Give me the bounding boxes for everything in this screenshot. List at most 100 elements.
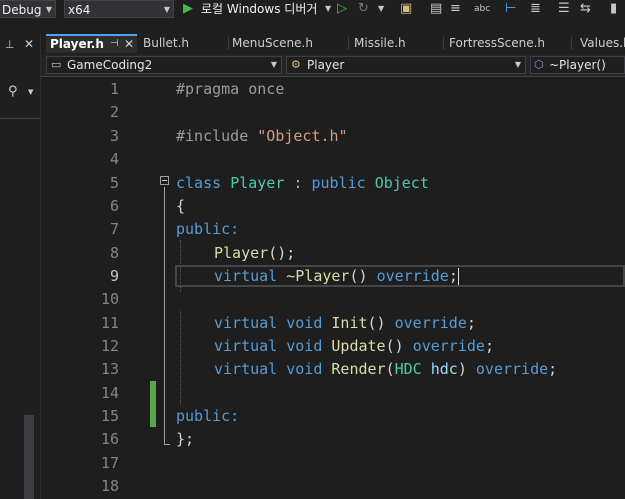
- solution-explorer-icon[interactable]: ▣: [400, 1, 412, 17]
- tab-bullet-h[interactable]: Bullet.h: [139, 34, 229, 53]
- preprocessor-directive: #include: [176, 127, 258, 145]
- line-number: 3: [109, 127, 119, 145]
- pin-icon[interactable]: ⊣: [110, 36, 119, 52]
- tab-values-h[interactable]: Values.h: [572, 34, 625, 53]
- member-dropdown[interactable]: ⬡ ~Player(): [530, 56, 625, 74]
- line-number: 4: [109, 150, 119, 168]
- method-name: Update: [331, 337, 386, 355]
- keyword: public: [311, 174, 366, 192]
- keyword: void: [286, 360, 323, 378]
- chevron-down-icon: ▼: [163, 5, 170, 14]
- punctuation: :: [284, 174, 312, 192]
- keyword: void: [286, 337, 323, 355]
- line-number-current: 9: [109, 267, 119, 285]
- change-marker: [150, 381, 156, 427]
- project-name: GameCoding2: [67, 58, 153, 72]
- indent-guide: [180, 310, 181, 405]
- chevron-down-icon: ▼: [45, 5, 52, 14]
- fold-guide: [164, 187, 165, 445]
- run-without-debug-icon[interactable]: ▷: [337, 1, 347, 17]
- tab-label: Player.h: [50, 37, 104, 51]
- tab-label: FortressScene.h: [449, 36, 546, 50]
- collapse-icon[interactable]: [160, 176, 169, 185]
- method-name: Render: [331, 360, 386, 378]
- align-icon[interactable]: ≡: [450, 1, 461, 17]
- punctuation: ();: [268, 244, 296, 262]
- scope-name: Player: [307, 58, 345, 72]
- line-number: 14: [100, 384, 119, 402]
- panel-scrollbar[interactable]: [24, 415, 34, 499]
- toolbar: Debug ▼ x64 ▼ ▶ 로컬 Windows 디버거 ▼ ▷ ↻ ▼ ▣…: [0, 0, 625, 20]
- divider: [0, 118, 40, 119]
- layout-icon[interactable]: ▤: [430, 1, 442, 17]
- line-number: 11: [100, 314, 119, 332]
- step-icon[interactable]: ⊢: [505, 1, 516, 17]
- keyword: override: [394, 314, 467, 332]
- punctuation: ): [457, 360, 467, 378]
- base-class-name: Object: [374, 174, 429, 192]
- code-line-1: #pragma once: [176, 80, 284, 98]
- configuration-dropdown[interactable]: Debug ▼: [0, 0, 56, 18]
- indent-icon[interactable]: ☰: [558, 1, 570, 17]
- tab-fortressscene-h[interactable]: FortressScene.h: [444, 34, 572, 53]
- close-icon[interactable]: ✕: [124, 36, 134, 52]
- code-line-15: public:: [176, 407, 239, 425]
- code-line-6: {: [176, 197, 185, 215]
- method-icon: ⬡: [534, 58, 544, 71]
- chevron-down-icon[interactable]: ▼: [325, 1, 331, 17]
- line-number: 12: [100, 337, 119, 355]
- tab-missile-h[interactable]: Missile.h: [349, 34, 444, 53]
- keyword: virtual: [214, 337, 278, 355]
- comment-icon[interactable]: ⇆: [580, 1, 591, 17]
- format-icon[interactable]: ≣: [530, 1, 541, 17]
- line-number: 8: [109, 244, 119, 262]
- access-specifier: public:: [176, 407, 240, 425]
- punctuation: (): [349, 267, 368, 285]
- code-line-3: #include "Object.h": [176, 127, 348, 145]
- keyword: override: [475, 360, 549, 378]
- hot-reload-icon[interactable]: ↻: [358, 1, 369, 17]
- method-name: Init: [331, 314, 368, 332]
- spellcheck-icon[interactable]: abc: [474, 1, 490, 17]
- member-name: ~Player(): [549, 58, 606, 72]
- keyword: void: [286, 314, 323, 332]
- fold-guide-end: [164, 444, 170, 445]
- tab-label: Bullet.h: [143, 36, 190, 50]
- code-line-16: };: [176, 430, 194, 448]
- punctuation: (: [385, 360, 395, 378]
- close-icon[interactable]: ✕: [24, 37, 34, 51]
- run-icon[interactable]: ▶: [183, 1, 193, 17]
- code-line-9: virtual ~Player() override;: [214, 267, 459, 285]
- punctuation: ;: [484, 337, 494, 355]
- code-line-12: virtual void Update() override;: [214, 337, 494, 355]
- tab-label: Values.h: [580, 36, 625, 50]
- line-number: 17: [100, 454, 119, 472]
- include-path: "Object.h": [257, 127, 348, 145]
- punctuation: (): [367, 314, 386, 332]
- code-line-13: virtual void Render(HDC hdc) override;: [214, 360, 557, 378]
- chevron-down-icon: ▼: [270, 60, 277, 69]
- constructor-name: Player: [214, 244, 269, 262]
- keyword: override: [412, 337, 485, 355]
- tab-player-h[interactable]: Player.h ⊣ ✕: [46, 34, 137, 53]
- code-line-11: virtual void Init() override;: [214, 314, 476, 332]
- keyword: virtual: [214, 314, 278, 332]
- platform-dropdown[interactable]: x64 ▼: [64, 0, 174, 18]
- run-debugger-button[interactable]: 로컬 Windows 디버거: [201, 0, 317, 18]
- project-dropdown[interactable]: ▭ GameCoding2 ▼: [46, 56, 282, 74]
- keyword: override: [376, 267, 449, 285]
- bookmark-icon[interactable]: ▮: [610, 1, 617, 17]
- destructor-name: ~Player: [286, 267, 350, 285]
- keyword: class: [176, 174, 222, 192]
- chevron-down-icon[interactable]: ▼: [378, 1, 384, 17]
- search-icon[interactable]: ⚲: [8, 84, 18, 99]
- code-line-8: Player();: [214, 244, 295, 262]
- project-icon: ▭: [51, 58, 62, 71]
- tab-menuscene-h[interactable]: MenuScene.h: [229, 34, 349, 53]
- document-tab-strip: Player.h ⊣ ✕ Bullet.h MenuScene.h Missil…: [41, 34, 625, 53]
- pin-icon[interactable]: ⊥: [5, 38, 15, 51]
- scope-dropdown[interactable]: ⚙ Player ▼: [286, 56, 526, 74]
- chevron-down-icon[interactable]: ▼: [28, 88, 33, 96]
- code-line-7: public:: [176, 220, 239, 238]
- left-tool-panel: ⊥ ✕ ⚲ ▼: [0, 34, 41, 499]
